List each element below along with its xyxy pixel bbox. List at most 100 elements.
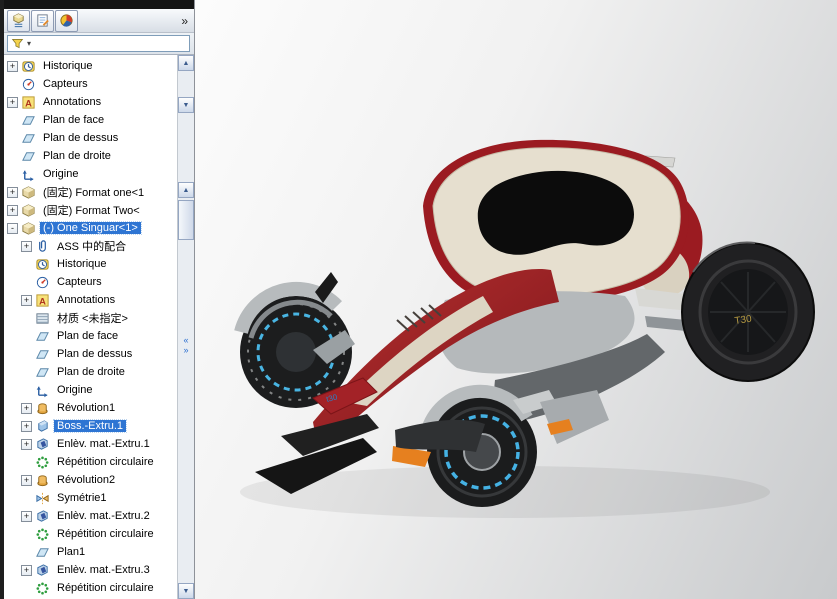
tree-item-label: Historique bbox=[57, 258, 107, 270]
svg-text:A: A bbox=[39, 296, 46, 306]
tree-item-label: Plan de dessus bbox=[57, 348, 133, 360]
scroll-up-button[interactable]: ▲ bbox=[178, 55, 194, 71]
tree-item[interactable]: + Enlèv. mat.-Extru.1 bbox=[4, 435, 176, 453]
material-icon bbox=[35, 310, 51, 326]
tree-item[interactable]: + Boss.-Extru.1 bbox=[4, 417, 176, 435]
filter-funnel-icon bbox=[11, 39, 24, 49]
tree-item-label: Plan de droite bbox=[57, 366, 125, 378]
tree-item-label: Plan de face bbox=[57, 330, 119, 342]
filter-dropdown-caret[interactable]: ▾ bbox=[27, 39, 31, 48]
expand-toggle[interactable]: + bbox=[7, 60, 18, 72]
circular-pattern-icon bbox=[35, 526, 51, 542]
tree-item[interactable]: Plan de droite bbox=[4, 363, 176, 381]
panel-splitter-handle[interactable]: « » bbox=[178, 332, 194, 358]
window-edge-strip bbox=[0, 0, 194, 9]
expand-toggle[interactable]: + bbox=[21, 420, 32, 432]
tree-item[interactable]: + Enlèv. mat.-Extru.3 bbox=[4, 561, 176, 579]
tree-item-label: Enlèv. mat.-Extru.2 bbox=[57, 510, 150, 522]
expand-toggle[interactable]: + bbox=[21, 474, 32, 486]
tree-item-label: (固定) Format one<1 bbox=[43, 187, 145, 199]
tree-item-label: Plan1 bbox=[57, 546, 86, 558]
tree-item[interactable]: + (固定) Format Two< bbox=[4, 201, 176, 219]
origin-icon bbox=[21, 166, 37, 182]
panel-overflow-chevron[interactable]: » bbox=[181, 14, 192, 28]
expand-toggle[interactable]: + bbox=[7, 186, 18, 198]
tree-item[interactable]: + A Annotations bbox=[4, 93, 176, 111]
tree-item[interactable]: + Enlèv. mat.-Extru.2 bbox=[4, 507, 176, 525]
tree-item[interactable]: - (-) One Singuar<1> bbox=[4, 219, 176, 237]
tree-item-label: (-) One Singuar<1> bbox=[39, 221, 142, 235]
tree-item-label: 材质 <未指定> bbox=[57, 313, 128, 325]
tree-item[interactable]: + Révolution2 bbox=[4, 471, 176, 489]
tree-item[interactable]: Répétition circulaire bbox=[4, 525, 176, 543]
tree-item[interactable]: Symétrie1 bbox=[4, 489, 176, 507]
tree-item[interactable]: Origine bbox=[4, 381, 176, 399]
propertymanager-tab-button[interactable] bbox=[31, 9, 54, 32]
expand-toggle[interactable]: + bbox=[21, 510, 32, 522]
tree-item[interactable]: Plan de dessus bbox=[4, 345, 176, 363]
cut-extrude-icon bbox=[35, 436, 51, 452]
tree-item[interactable]: Plan de dessus bbox=[4, 129, 176, 147]
scroll-up-button-lower[interactable]: ▲ bbox=[178, 182, 194, 198]
scrollbar-thumb[interactable] bbox=[178, 200, 194, 240]
tree-filter-field[interactable]: ▾ bbox=[7, 35, 190, 52]
component-icon bbox=[21, 184, 37, 200]
featuremanager-tab-button[interactable] bbox=[7, 9, 30, 32]
plane-icon bbox=[35, 346, 51, 362]
expand-toggle[interactable]: + bbox=[7, 204, 18, 216]
tree-item-label: Répétition circulaire bbox=[57, 528, 154, 540]
tree-item[interactable]: + A Annotations bbox=[4, 291, 176, 309]
tree-item[interactable]: Capteurs bbox=[4, 273, 176, 291]
tree-item[interactable]: Plan de face bbox=[4, 327, 176, 345]
revolve-icon bbox=[35, 472, 51, 488]
tree-item[interactable]: Plan de face bbox=[4, 111, 176, 129]
tree-item[interactable]: + (固定) Format one<1 bbox=[4, 183, 176, 201]
component-icon bbox=[21, 202, 37, 218]
tree-scrollbar[interactable]: ▲ ▼ ▲ « » ▼ bbox=[177, 55, 194, 599]
expand-toggle[interactable]: + bbox=[7, 96, 18, 108]
tree-item[interactable]: 材质 <未指定> bbox=[4, 309, 176, 327]
configurationmanager-tab-button[interactable] bbox=[55, 9, 78, 32]
tree-item[interactable]: Répétition circulaire bbox=[4, 453, 176, 471]
history-icon bbox=[21, 58, 37, 74]
tree-item-label: Révolution2 bbox=[57, 474, 116, 486]
tree-item[interactable]: Origine bbox=[4, 165, 176, 183]
splitter-right-chevron: » bbox=[183, 345, 189, 355]
rear-right-wheel: T30 bbox=[681, 241, 815, 382]
graphics-viewport[interactable]: T30 t30 bbox=[195, 0, 837, 599]
component-icon bbox=[21, 220, 37, 236]
tree-item-label: Enlèv. mat.-Extru.1 bbox=[57, 438, 150, 450]
tree-item[interactable]: + Historique bbox=[4, 57, 176, 75]
tree-item[interactable]: Répétition circulaire bbox=[4, 579, 176, 597]
expand-toggle[interactable]: + bbox=[21, 564, 32, 576]
expand-toggle[interactable]: + bbox=[21, 294, 32, 306]
tree-item-label: ASS 中的配合 bbox=[57, 241, 127, 253]
tree-item[interactable]: Plan de droite bbox=[4, 147, 176, 165]
annotations-icon: A bbox=[21, 94, 37, 110]
splitter-left-chevron: « bbox=[183, 335, 189, 345]
expand-toggle[interactable]: - bbox=[7, 222, 18, 234]
tree-item[interactable]: + ASS 中的配合 bbox=[4, 237, 176, 255]
plane-icon bbox=[21, 148, 37, 164]
scroll-down-button[interactable]: ▼ bbox=[178, 97, 194, 113]
tree-item-label: Annotations bbox=[57, 294, 116, 306]
filter-bar: ▾ bbox=[0, 33, 194, 55]
tree-item[interactable]: + Révolution1 bbox=[4, 399, 176, 417]
expand-toggle[interactable]: + bbox=[21, 402, 32, 414]
tree-item-label: Révolution1 bbox=[57, 402, 116, 414]
featuremanager-tab-bar: » bbox=[0, 9, 194, 33]
plane-icon bbox=[35, 328, 51, 344]
scroll-down-button-bottom[interactable]: ▼ bbox=[178, 583, 194, 599]
tree-item-label: Origine bbox=[43, 168, 79, 180]
cockpit bbox=[423, 139, 689, 305]
tree-item-label: Capteurs bbox=[43, 78, 88, 90]
propertymanager-icon bbox=[37, 14, 49, 27]
tree-item-label: Capteurs bbox=[57, 276, 102, 288]
tree-item-label: Origine bbox=[57, 384, 93, 396]
tree-item[interactable]: Capteurs bbox=[4, 75, 176, 93]
tree-item-label: Enlèv. mat.-Extru.3 bbox=[57, 564, 150, 576]
expand-toggle[interactable]: + bbox=[21, 438, 32, 450]
tree-item[interactable]: Plan1 bbox=[4, 543, 176, 561]
tree-item[interactable]: Historique bbox=[4, 255, 176, 273]
expand-toggle[interactable]: + bbox=[21, 240, 32, 252]
